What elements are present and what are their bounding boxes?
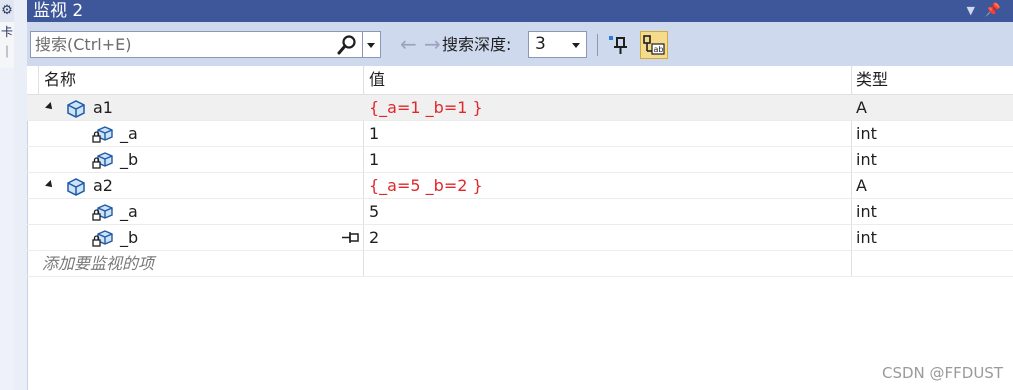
column-header-value[interactable]: 值: [369, 66, 385, 94]
watch-row[interactable]: a2 {_a=5 _b=2 } A: [27, 173, 1013, 199]
private-field-icon: [92, 152, 113, 169]
search-depth-label: 搜索深度:: [442, 35, 512, 54]
dock-tab[interactable]: 卡｜: [0, 22, 14, 69]
search-box[interactable]: 搜索(Ctrl+E): [30, 31, 363, 58]
watch-toolbar: 搜索(Ctrl+E) ← → 搜索深度: 3 ab: [27, 22, 1013, 67]
row-name: _a: [120, 124, 138, 143]
row-name: _a: [120, 202, 138, 221]
row-type: A: [856, 176, 867, 195]
add-watch-input[interactable]: 添加要监视的项: [42, 251, 154, 277]
watch-row[interactable]: a1 {_a=1 _b=1 } A: [27, 95, 1013, 121]
watch-row[interactable]: _b 1 int: [27, 147, 1013, 173]
svg-text:ab: ab: [654, 45, 664, 54]
row-value[interactable]: 1: [369, 121, 379, 147]
watch-row[interactable]: _b 2 int: [27, 225, 1013, 251]
window-title: 监视 2: [33, 1, 84, 21]
pin-icon: [609, 36, 627, 54]
search-depth-select[interactable]: 3: [528, 31, 587, 58]
watch-row[interactable]: _a 1 int: [27, 121, 1013, 147]
expander-icon[interactable]: [45, 102, 55, 112]
column-header-name[interactable]: 名称: [44, 66, 76, 94]
row-name: _b: [120, 228, 139, 247]
watermark: CSDN @FFDUST: [881, 364, 1003, 382]
row-value[interactable]: {_a=1 _b=1 }: [369, 95, 483, 121]
expander-icon[interactable]: [45, 180, 55, 190]
window-title-bar: 监视 2 ▼ 📌: [27, 0, 1013, 22]
row-name: _b: [120, 150, 139, 169]
row-type: int: [856, 124, 877, 143]
search-history-dropdown[interactable]: [363, 31, 381, 58]
pin-to-source-icon[interactable]: [341, 232, 361, 244]
object-icon: [67, 178, 85, 196]
row-type: int: [856, 202, 877, 221]
grid-header: 名称 值 类型: [27, 66, 1013, 95]
hex-display-icon: ab: [643, 35, 665, 55]
private-field-icon: [92, 126, 113, 143]
hex-display-button[interactable]: ab: [640, 31, 668, 59]
private-field-icon: [92, 230, 113, 247]
window-pin-icon[interactable]: 📌: [985, 0, 1001, 22]
column-header-type[interactable]: 类型: [856, 66, 888, 94]
row-type: A: [856, 98, 867, 117]
row-value[interactable]: 5: [369, 199, 379, 225]
chevron-down-icon: [572, 43, 580, 48]
add-watch-row[interactable]: 添加要监视的项: [27, 251, 1013, 277]
private-field-icon: [92, 204, 113, 221]
toolbar-separator: [597, 34, 598, 56]
back-arrow-icon[interactable]: ←: [400, 32, 417, 56]
window-menu-dropdown-icon[interactable]: ▼: [967, 0, 975, 22]
watch-row[interactable]: _a 5 int: [27, 199, 1013, 225]
row-type: int: [856, 228, 877, 247]
chevron-down-icon: [367, 43, 375, 48]
row-name: a1: [93, 98, 113, 117]
row-value[interactable]: 2: [369, 225, 379, 251]
forward-arrow-icon[interactable]: →: [424, 32, 441, 56]
row-value[interactable]: 1: [369, 147, 379, 173]
object-icon: [67, 100, 85, 118]
pin-button[interactable]: [606, 31, 634, 59]
column-divider[interactable]: [38, 66, 39, 94]
search-depth-value: 3: [535, 34, 546, 54]
row-type: int: [856, 150, 877, 169]
search-icon[interactable]: [336, 34, 358, 56]
row-name: a2: [93, 176, 113, 195]
search-input[interactable]: 搜索(Ctrl+E): [35, 32, 131, 57]
row-value[interactable]: {_a=5 _b=2 }: [369, 173, 483, 199]
dock-tab-area: [0, 68, 14, 390]
gear-icon[interactable]: ⚙: [0, 0, 14, 22]
left-dock-strip: ⚙ 卡｜: [0, 0, 28, 390]
